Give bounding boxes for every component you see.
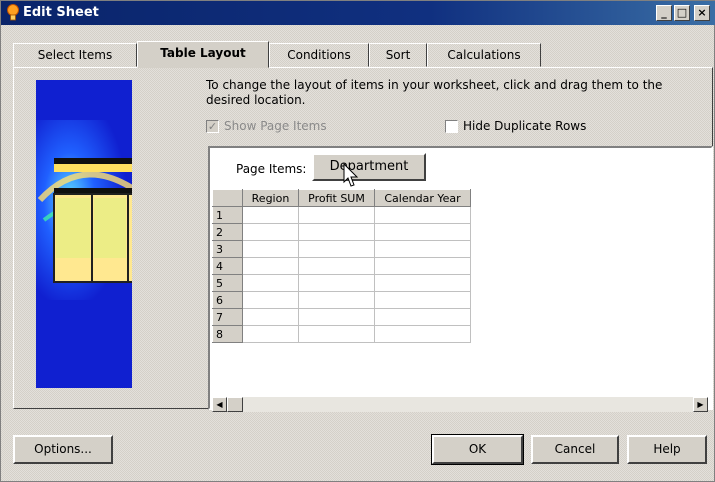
row-header: 1 [212, 206, 243, 224]
table-cell [242, 240, 299, 258]
show-page-items-checkbox[interactable]: ✓ Show Page Items [206, 119, 327, 133]
show-page-items-label: Show Page Items [224, 119, 327, 133]
tab-select-items[interactable]: Select Items [13, 43, 137, 67]
table-cell [374, 325, 471, 343]
table-cell [298, 240, 375, 258]
horizontal-scrollbar[interactable]: ◀ ▶ [212, 397, 708, 412]
table-cell [242, 223, 299, 241]
table-cell [374, 223, 471, 241]
maximize-button[interactable]: □ [674, 5, 690, 21]
table-cell [374, 274, 471, 292]
table-row: 8 [212, 325, 471, 343]
tab-sort[interactable]: Sort [369, 43, 427, 67]
row-header: 2 [212, 223, 243, 241]
table-cell [298, 325, 375, 343]
table-cell [298, 206, 375, 224]
table-cell [242, 257, 299, 275]
row-header: 3 [212, 240, 243, 258]
column-header-calendar-year[interactable]: Calendar Year [374, 189, 471, 207]
row-header: 5 [212, 274, 243, 292]
department-page-item[interactable]: Department [312, 153, 426, 181]
column-header-profit-sum[interactable]: Profit SUM [298, 189, 375, 207]
mouse-pointer-icon [343, 163, 359, 187]
table-row: 5 [212, 274, 471, 292]
layout-table: Region Profit SUM Calendar Year 1 2 3 4 … [212, 189, 471, 343]
table-cell [374, 257, 471, 275]
show-page-items-checkmark: ✓ [206, 119, 219, 133]
hide-duplicate-rows-label: Hide Duplicate Rows [463, 119, 587, 133]
layout-area: Page Items: Department Region Profit SUM… [208, 146, 713, 412]
table-cell [374, 206, 471, 224]
table-layout-illustration [36, 80, 132, 388]
table-cell [242, 291, 299, 309]
ok-button[interactable]: OK [431, 434, 524, 465]
options-button[interactable]: Options... [13, 435, 113, 464]
tab-calculations[interactable]: Calculations [427, 43, 541, 67]
table-cell [298, 274, 375, 292]
table-row: 7 [212, 308, 471, 326]
table-cell [298, 223, 375, 241]
table-cell [298, 291, 375, 309]
scroll-left-icon[interactable]: ◀ [212, 397, 227, 412]
row-header: 4 [212, 257, 243, 275]
tab-table-layout[interactable]: Table Layout [137, 41, 269, 68]
table-row: 2 [212, 223, 471, 241]
row-header: 6 [212, 291, 243, 309]
title-bar[interactable]: Edit Sheet _ □ × [1, 1, 715, 25]
scroll-right-icon[interactable]: ▶ [693, 397, 708, 412]
cancel-button[interactable]: Cancel [531, 435, 619, 464]
instructions-text: To change the layout of items in your wo… [206, 78, 663, 107]
row-header: 8 [212, 325, 243, 343]
column-header-region[interactable]: Region [242, 189, 299, 207]
tab-conditions[interactable]: Conditions [269, 43, 369, 67]
row-header: 7 [212, 308, 243, 326]
table-cell [242, 325, 299, 343]
page-items-label: Page Items: [236, 162, 307, 176]
table-cell [242, 274, 299, 292]
minimize-button[interactable]: _ [656, 5, 672, 21]
table-row: 6 [212, 291, 471, 309]
table-row: 4 [212, 257, 471, 275]
table-row: 3 [212, 240, 471, 258]
hide-duplicate-rows-checkbox[interactable]: Hide Duplicate Rows [445, 119, 586, 133]
table-row: 1 [212, 206, 471, 224]
column-header-row: Region Profit SUM Calendar Year [212, 189, 471, 207]
scroll-thumb[interactable] [227, 397, 243, 412]
table-cell [242, 308, 299, 326]
table-cell [374, 291, 471, 309]
hide-duplicate-rows-box [445, 119, 458, 133]
window-title: Edit Sheet [23, 5, 99, 20]
table-cell [298, 257, 375, 275]
table-cell [374, 308, 471, 326]
table-cell [374, 240, 471, 258]
edit-sheet-window: Edit Sheet _ □ × Select Items Table Layo… [0, 0, 715, 482]
table-layout-panel: To change the layout of items in your wo… [13, 67, 713, 412]
table-cell [298, 308, 375, 326]
lightbulb-icon [7, 4, 19, 21]
help-button[interactable]: Help [627, 435, 707, 464]
corner-cell [212, 189, 243, 207]
close-button[interactable]: × [694, 5, 710, 21]
table-cell [242, 206, 299, 224]
layout-grid: Region Profit SUM Calendar Year 1 2 3 4 … [212, 189, 712, 399]
